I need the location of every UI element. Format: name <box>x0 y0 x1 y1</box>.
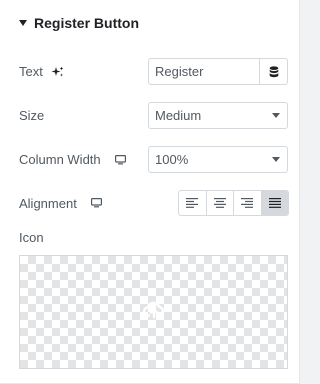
align-justify-icon <box>268 198 281 208</box>
align-center-icon <box>213 198 226 208</box>
text-label: Text <box>19 64 43 79</box>
align-center-button[interactable] <box>207 191 234 215</box>
align-right-icon <box>241 198 254 208</box>
upload-icon[interactable] <box>142 301 165 324</box>
section-title: Register Button <box>34 15 139 31</box>
alignment-label-wrap: Alignment <box>19 196 102 211</box>
column-width-select[interactable]: 100% <box>148 146 288 173</box>
alignment-button-group <box>178 190 289 216</box>
text-input-group <box>148 58 288 85</box>
section-toggle[interactable]: Register Button <box>19 12 139 34</box>
alignment-label: Alignment <box>19 195 77 211</box>
size-label: Size <box>19 108 45 123</box>
button-text-input[interactable] <box>149 59 259 84</box>
column-width-label-wrap: Column Width <box>19 152 126 167</box>
column-width-select-value: 100% <box>155 152 189 167</box>
align-left-icon <box>186 198 199 208</box>
align-left-button[interactable] <box>179 191 207 215</box>
dynamic-tags-button[interactable] <box>259 59 287 84</box>
align-right-button[interactable] <box>234 191 262 215</box>
text-label-wrap: Text <box>19 64 64 79</box>
icon-label: Icon <box>19 230 44 245</box>
chevron-down-icon <box>272 157 280 162</box>
column-width-label: Column Width <box>19 152 101 167</box>
icon-picker-preview[interactable] <box>19 255 288 369</box>
database-icon <box>269 65 278 77</box>
caret-down-icon <box>19 20 27 26</box>
desktop-icon[interactable] <box>90 198 102 208</box>
desktop-icon[interactable] <box>114 154 126 165</box>
ai-sparkle-icon[interactable] <box>51 66 64 78</box>
settings-panel: Register Button Text Size <box>0 0 300 384</box>
chevron-down-icon <box>272 113 280 118</box>
size-select-value: Medium <box>155 108 202 123</box>
size-select[interactable]: Medium <box>148 102 288 129</box>
align-justify-button[interactable] <box>261 191 288 215</box>
